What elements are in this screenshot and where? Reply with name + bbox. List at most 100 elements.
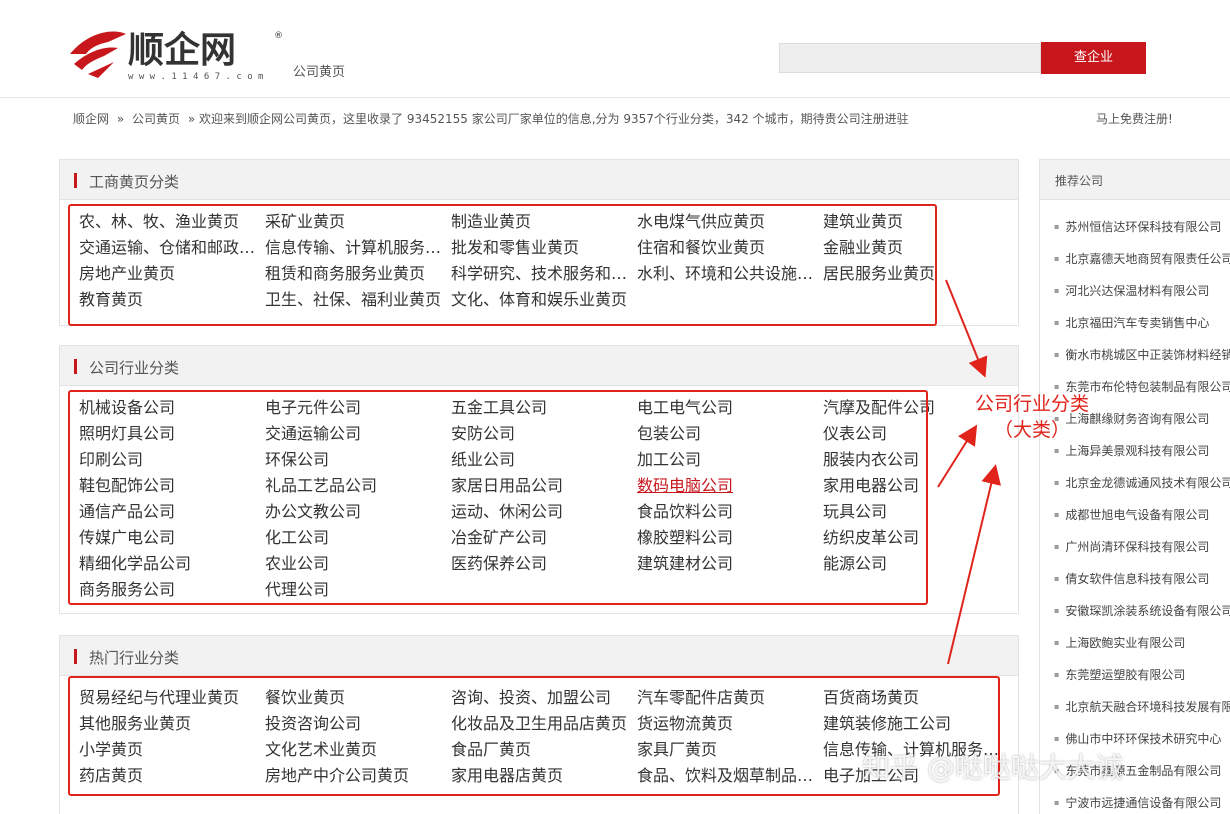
category-link[interactable]: 货运物流黄页 xyxy=(637,715,819,733)
sidebar-company-link[interactable]: 北京金龙德诚通风技术有限公司 xyxy=(1054,474,1230,491)
sidebar-company-link[interactable]: 东莞塑运塑胶有限公司 xyxy=(1054,666,1230,683)
sidebar-company-link[interactable]: 河北兴达保温材料有限公司 xyxy=(1054,282,1230,299)
category-link[interactable]: 信息传输、计算机服务和软件业黄页 xyxy=(265,239,447,257)
category-link[interactable]: 租赁和商务服务业黄页 xyxy=(265,265,447,283)
sidebar-company-link[interactable]: 衡水市桃城区中正装饰材料经销部 xyxy=(1054,346,1230,363)
category-link[interactable]: 文化、体育和娱乐业黄页 xyxy=(451,291,633,309)
category-link[interactable]: 房地产中介公司黄页 xyxy=(265,767,447,785)
sidebar-company-link[interactable]: 成都世旭电气设备有限公司 xyxy=(1054,506,1230,523)
category-link[interactable]: 纸业公司 xyxy=(451,451,633,469)
section-accent-bar xyxy=(74,173,77,188)
category-link[interactable]: 卫生、社保、福利业黄页 xyxy=(265,291,447,309)
category-link[interactable]: 环保公司 xyxy=(265,451,447,469)
category-link[interactable]: 小学黄页 xyxy=(79,741,261,759)
category-link[interactable]: 食品饮料公司 xyxy=(637,503,819,521)
category-link[interactable]: 化妆品及卫生用品店黄页 xyxy=(451,715,633,733)
sidebar-company-link[interactable]: 苏州恒信达环保科技有限公司 xyxy=(1054,218,1230,235)
category-link[interactable]: 电子元件公司 xyxy=(265,399,447,417)
register-link[interactable]: 马上免费注册! xyxy=(1096,110,1173,127)
category-link[interactable]: 能源公司 xyxy=(823,555,1005,573)
category-link[interactable]: 化工公司 xyxy=(265,529,447,547)
category-link[interactable]: 照明灯具公司 xyxy=(79,425,261,443)
category-link[interactable]: 传媒广电公司 xyxy=(79,529,261,547)
category-link[interactable]: 医药保养公司 xyxy=(451,555,633,573)
category-link[interactable]: 汽车零配件店黄页 xyxy=(637,689,819,707)
sidebar-company-link[interactable]: 安徽琛凯涂装系统设备有限公司 xyxy=(1054,602,1230,619)
category-link[interactable]: 精细化学品公司 xyxy=(79,555,261,573)
category-link[interactable]: 咨询、投资、加盟公司 xyxy=(451,689,633,707)
category-link[interactable]: 通信产品公司 xyxy=(79,503,261,521)
sidebar-company-link[interactable]: 佛山市中环环保技术研究中心 xyxy=(1054,730,1230,747)
category-link[interactable]: 数码电脑公司 xyxy=(637,477,819,495)
category-link[interactable]: 食品厂黄页 xyxy=(451,741,633,759)
sidebar-company-link[interactable]: 北京航天融合环境科技发展有限公司 xyxy=(1054,698,1230,715)
sidebar-company-link[interactable]: 北京嘉德天地商贸有限责任公司 xyxy=(1054,250,1230,267)
category-link[interactable]: 安防公司 xyxy=(451,425,633,443)
category-link[interactable]: 代理公司 xyxy=(265,581,447,599)
category-link[interactable]: 科学研究、技术服务和地质勘查业黄页 xyxy=(451,265,633,283)
sidebar-company-link[interactable]: 广州尚清环保科技有限公司 xyxy=(1054,538,1230,555)
category-link[interactable]: 包装公司 xyxy=(637,425,819,443)
annotation-label: 公司行业分类 （大类） xyxy=(962,391,1102,443)
svg-text:®: ® xyxy=(274,31,283,41)
category-link[interactable]: 交通运输、仓储和邮政业黄页 xyxy=(79,239,261,257)
category-link[interactable]: 鞋包配饰公司 xyxy=(79,477,261,495)
category-link[interactable]: 商务服务公司 xyxy=(79,581,261,599)
category-link[interactable]: 制造业黄页 xyxy=(451,213,633,231)
category-link[interactable]: 办公文教公司 xyxy=(265,503,447,521)
category-link[interactable]: 贸易经纪与代理业黄页 xyxy=(79,689,261,707)
category-link[interactable]: 家用电器店黄页 xyxy=(451,767,633,785)
category-link[interactable]: 批发和零售业黄页 xyxy=(451,239,633,257)
category-link[interactable]: 水电煤气供应黄页 xyxy=(637,213,819,231)
category-link[interactable]: 家具厂黄页 xyxy=(637,741,819,759)
breadcrumb-home[interactable]: 顺企网 xyxy=(73,112,109,126)
sidebar-company-link[interactable]: 上海欧鲍实业有限公司 xyxy=(1054,634,1230,651)
category-link[interactable]: 建筑建材公司 xyxy=(637,555,819,573)
category-link[interactable]: 文化艺术业黄页 xyxy=(265,741,447,759)
category-link[interactable]: 加工公司 xyxy=(637,451,819,469)
category-link[interactable]: 食品、饮料及烟草制品批发黄页 xyxy=(637,767,819,785)
logo[interactable]: 顺企网 w w w . 1 1 4 6 7 . c o m ® xyxy=(68,24,288,86)
search-input[interactable] xyxy=(779,43,1041,73)
category-link[interactable]: 采矿业黄页 xyxy=(265,213,447,231)
category-link[interactable]: 橡胶塑料公司 xyxy=(637,529,819,547)
breadcrumb-current[interactable]: 公司黄页 xyxy=(132,112,180,126)
category-link[interactable]: 投资咨询公司 xyxy=(265,715,447,733)
breadcrumb-separator: » xyxy=(116,112,125,126)
category-link[interactable]: 运动、休闲公司 xyxy=(451,503,633,521)
sidebar-company-link[interactable]: 北京福田汽车专卖销售中心 xyxy=(1054,314,1230,331)
category-link[interactable]: 纺织皮革公司 xyxy=(823,529,1005,547)
category-link[interactable]: 房地产业黄页 xyxy=(79,265,261,283)
category-link[interactable]: 住宿和餐饮业黄页 xyxy=(637,239,819,257)
category-link[interactable]: 建筑装修施工公司 xyxy=(823,715,1005,733)
category-link[interactable]: 教育黄页 xyxy=(79,291,261,309)
logo-text: 顺企网 xyxy=(128,29,236,71)
category-link[interactable]: 金融业黄页 xyxy=(823,239,1005,257)
category-link[interactable]: 农、林、牧、渔业黄页 xyxy=(79,213,261,231)
category-link[interactable]: 家用电器公司 xyxy=(823,477,1005,495)
category-link[interactable]: 五金工具公司 xyxy=(451,399,633,417)
category-link[interactable]: 电工电气公司 xyxy=(637,399,819,417)
search-button[interactable]: 查企业 xyxy=(1041,42,1146,74)
sidebar-company-link[interactable]: 宁波市远捷通信设备有限公司 xyxy=(1054,794,1230,811)
category-link[interactable]: 建筑业黄页 xyxy=(823,213,1005,231)
category-link[interactable]: 百货商场黄页 xyxy=(823,689,1005,707)
section-title: 公司行业分类 xyxy=(89,359,180,377)
sidebar-company-link[interactable]: 上海异美景观科技有限公司 xyxy=(1054,442,1230,459)
category-link[interactable]: 餐饮业黄页 xyxy=(265,689,447,707)
category-link[interactable]: 药店黄页 xyxy=(79,767,261,785)
category-link[interactable]: 水利、环境和公共设施管理业黄页 xyxy=(637,265,819,283)
sidebar-company-link[interactable]: 倩女软件信息科技有限公司 xyxy=(1054,570,1230,587)
category-link[interactable]: 玩具公司 xyxy=(823,503,1005,521)
category-link[interactable]: 其他服务业黄页 xyxy=(79,715,261,733)
category-link[interactable]: 机械设备公司 xyxy=(79,399,261,417)
category-link[interactable]: 居民服务业黄页 xyxy=(823,265,1005,283)
category-link[interactable]: 冶金矿产公司 xyxy=(451,529,633,547)
category-link[interactable]: 家居日用品公司 xyxy=(451,477,633,495)
category-link[interactable]: 农业公司 xyxy=(265,555,447,573)
category-link[interactable]: 服装内衣公司 xyxy=(823,451,1005,469)
category-link[interactable]: 礼品工艺品公司 xyxy=(265,477,447,495)
category-link[interactable]: 印刷公司 xyxy=(79,451,261,469)
category-link[interactable]: 交通运输公司 xyxy=(265,425,447,443)
breadcrumb: 顺企网 » 公司黄页 » 欢迎来到顺企网公司黄页，这里收录了 93452155 … xyxy=(73,110,913,127)
